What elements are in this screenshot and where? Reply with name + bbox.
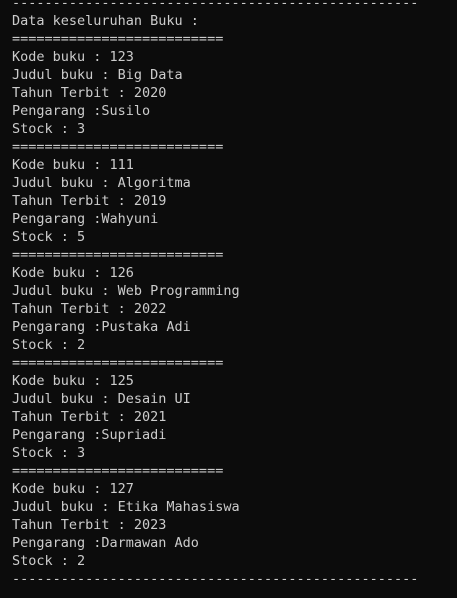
book-code: Kode buku : 127: [12, 481, 134, 497]
book-record: Kode buku : 125 Judul buku : Desain UI T…: [12, 372, 457, 462]
book-year: Tahun Terbit : 2022: [12, 301, 167, 317]
book-year: Tahun Terbit : 2023: [12, 517, 167, 533]
book-title: Judul buku : Big Data: [12, 67, 183, 83]
separator: ==========================: [12, 463, 224, 479]
book-stock: Stock : 2: [12, 553, 86, 569]
book-title: Judul buku : Desain UI: [12, 391, 191, 407]
book-year: Tahun Terbit : 2020: [12, 85, 167, 101]
book-stock: Stock : 2: [12, 337, 86, 353]
book-title: Judul buku : Etika Mahasiswa: [12, 499, 240, 515]
book-code: Kode buku : 123: [12, 49, 134, 65]
book-stock: Stock : 3: [12, 121, 86, 137]
book-record: Kode buku : 111 Judul buku : Algoritma T…: [12, 156, 457, 246]
top-rule: ----------------------------------------…: [12, 0, 419, 11]
book-author: Pengarang :Susilo: [12, 103, 151, 119]
book-record: Kode buku : 126 Judul buku : Web Program…: [12, 264, 457, 354]
separator: ==========================: [12, 139, 224, 155]
book-title: Judul buku : Web Programming: [12, 283, 240, 299]
book-title: Judul buku : Algoritma: [12, 175, 191, 191]
separator: ==========================: [12, 31, 224, 47]
book-year: Tahun Terbit : 2021: [12, 409, 167, 425]
console-output: ----------------------------------------…: [0, 0, 457, 592]
book-author: Pengarang :Darmawan Ado: [12, 535, 199, 551]
bottom-rule: ----------------------------------------…: [12, 571, 419, 587]
book-stock: Stock : 3: [12, 445, 86, 461]
separator: ==========================: [12, 247, 224, 263]
book-code: Kode buku : 125: [12, 373, 134, 389]
separator: ==========================: [12, 355, 224, 371]
book-code: Kode buku : 126: [12, 265, 134, 281]
book-code: Kode buku : 111: [12, 157, 134, 173]
book-year: Tahun Terbit : 2019: [12, 193, 167, 209]
book-record: Kode buku : 127 Judul buku : Etika Mahas…: [12, 480, 457, 570]
book-record: Kode buku : 123 Judul buku : Big Data Ta…: [12, 48, 457, 138]
book-author: Pengarang :Pustaka Adi: [12, 319, 191, 335]
book-author: Pengarang :Supriadi: [12, 427, 167, 443]
book-author: Pengarang :Wahyuni: [12, 211, 159, 227]
book-stock: Stock : 5: [12, 229, 86, 245]
header-text: Data keseluruhan Buku :: [12, 13, 199, 29]
